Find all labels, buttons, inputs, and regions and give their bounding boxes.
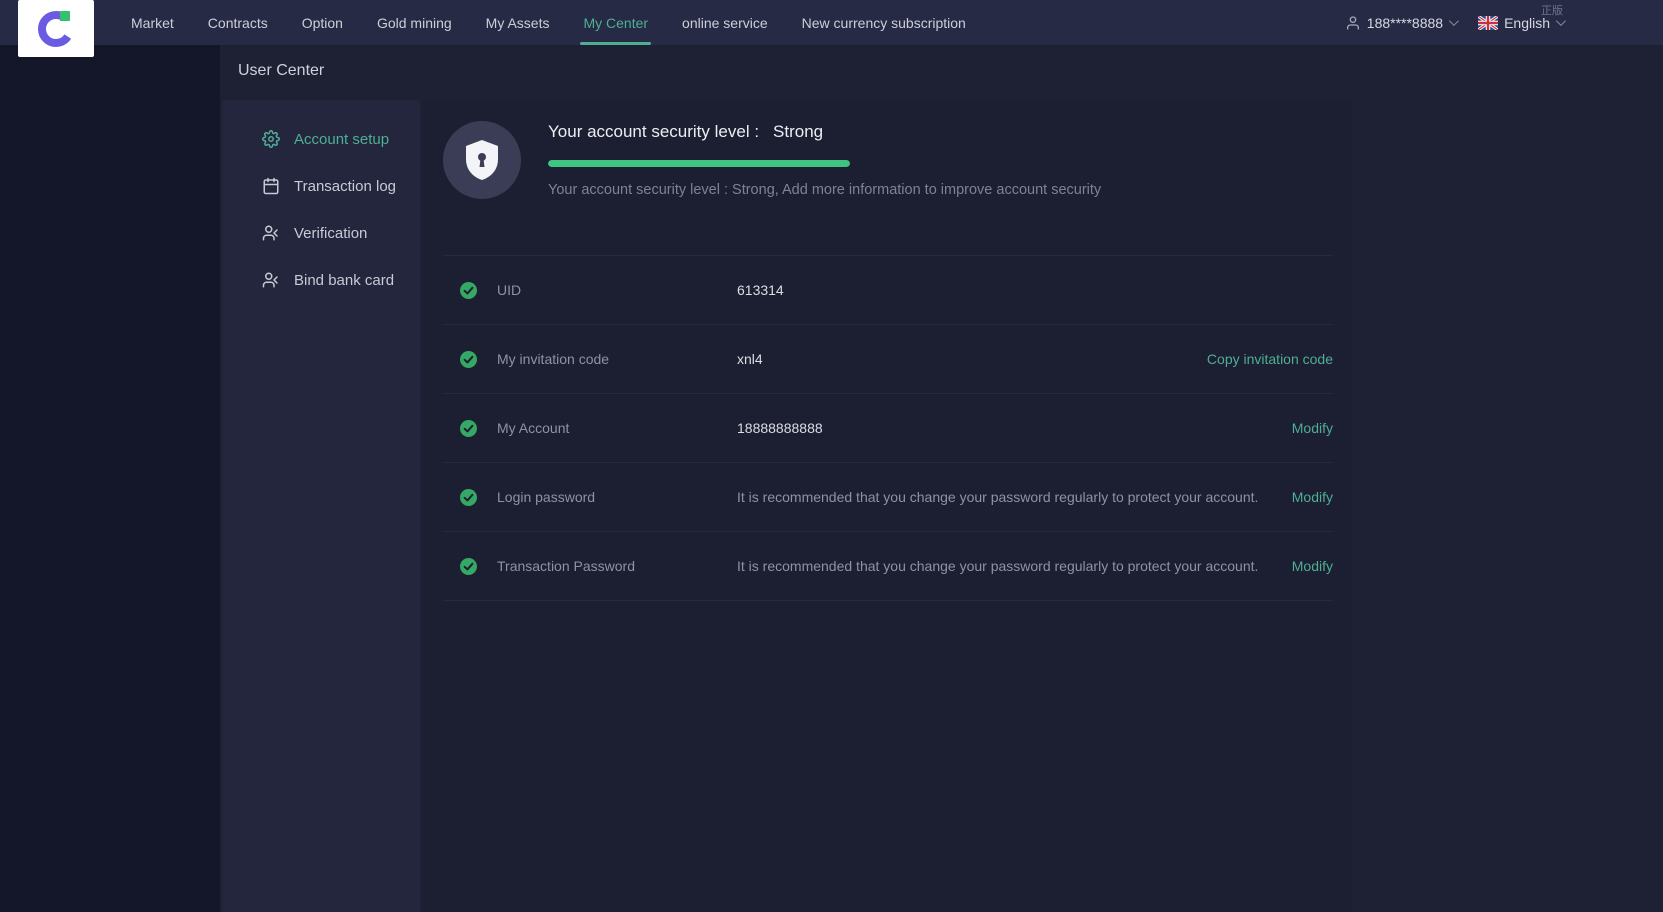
page-title: User Center (238, 62, 325, 79)
nav-item-contracts[interactable]: Contracts (191, 0, 285, 45)
row-label: My invitation code (497, 351, 610, 367)
logo-icon (38, 10, 74, 47)
check-icon (460, 419, 477, 437)
check-icon (460, 350, 477, 368)
security-progress-fill (548, 160, 850, 167)
calendar-icon (262, 177, 280, 195)
row-login-password: Login password It is recommended that yo… (443, 463, 1333, 532)
nav-item-my-assets[interactable]: My Assets (469, 0, 567, 45)
security-progress-bar (548, 160, 850, 167)
row-my-account: My Account 18888888888 Modify (443, 394, 1333, 463)
row-label: Login password (497, 489, 596, 505)
shield-icon (464, 139, 500, 181)
person-icon (262, 271, 280, 289)
security-level-header: Your account security level : Strong Your… (423, 100, 1352, 256)
nav-item-my-center[interactable]: My Center (566, 0, 665, 45)
user-icon (1345, 15, 1361, 31)
user-account-menu[interactable]: 188****8888 (1345, 14, 1459, 31)
divider (443, 255, 1333, 256)
shield-badge (443, 121, 521, 199)
row-label: UID (497, 282, 522, 298)
account-setup-panel: Your account security level : Strong Your… (423, 100, 1352, 912)
sidebar-item-label: Transaction log (294, 177, 396, 195)
security-level-value: Strong (773, 122, 824, 141)
top-navigation-bar: Market Contracts Option Gold mining My A… (0, 0, 1663, 45)
sidebar-item-transaction-log[interactable]: Transaction log (262, 166, 420, 206)
row-value: 613314 (737, 282, 784, 298)
security-level-subtitle: Your account security level : Strong, Ad… (548, 182, 1102, 198)
modify-transaction-password-link[interactable]: Modify (1292, 558, 1333, 574)
sidebar-item-account-setup[interactable]: Account setup (262, 119, 420, 159)
row-value: It is recommended that you change your p… (737, 558, 1259, 574)
watermark-text: 正版 (1541, 5, 1563, 17)
main-nav: Market Contracts Option Gold mining My A… (114, 0, 983, 45)
sidebar-item-label: Account setup (294, 130, 390, 148)
row-transaction-password: Transaction Password It is recommended t… (443, 532, 1333, 601)
sidebar-item-bind-bank-card[interactable]: Bind bank card (262, 260, 420, 300)
account-settings-list: UID 613314 My invitation code xnl4 Copy … (443, 255, 1333, 601)
nav-item-option[interactable]: Option (285, 0, 360, 45)
topbar-right-cluster: 188****8888 English (1345, 0, 1566, 45)
row-label: My Account (497, 420, 570, 436)
row-invitation-code: My invitation code xnl4 Copy invitation … (443, 325, 1333, 394)
person-icon (262, 224, 280, 242)
nav-item-market[interactable]: Market (114, 0, 191, 45)
nav-item-new-currency-subscription[interactable]: New currency subscription (785, 0, 983, 45)
uk-flag-icon (1478, 15, 1499, 30)
row-uid: UID 613314 (443, 256, 1333, 325)
gear-icon (262, 130, 280, 148)
modify-login-password-link[interactable]: Modify (1292, 489, 1333, 505)
user-center-sidebar: Account setup Transaction log Verificati… (222, 100, 420, 912)
row-label: Transaction Password (497, 558, 635, 574)
security-level-label: Your account security level : (548, 122, 760, 141)
app-logo[interactable] (18, 0, 94, 57)
chevron-down-icon (1449, 16, 1459, 27)
check-icon (460, 281, 477, 299)
check-icon (460, 488, 477, 506)
security-level-title: Your account security level : Strong (548, 122, 823, 142)
row-value: 18888888888 (737, 420, 823, 436)
sidebar-item-label: Bind bank card (294, 271, 395, 289)
copy-invitation-code-link[interactable]: Copy invitation code (1207, 351, 1333, 367)
row-value: It is recommended that you change your p… (737, 489, 1259, 505)
user-phone: 188****8888 (1366, 14, 1444, 31)
row-value: xnl4 (737, 351, 763, 367)
nav-item-online-service[interactable]: online service (665, 0, 785, 45)
nav-item-gold-mining[interactable]: Gold mining (360, 0, 469, 45)
sidebar-item-verification[interactable]: Verification (262, 213, 420, 253)
sidebar-item-label: Verification (294, 224, 368, 242)
modify-account-link[interactable]: Modify (1292, 420, 1333, 436)
check-icon (460, 557, 477, 575)
